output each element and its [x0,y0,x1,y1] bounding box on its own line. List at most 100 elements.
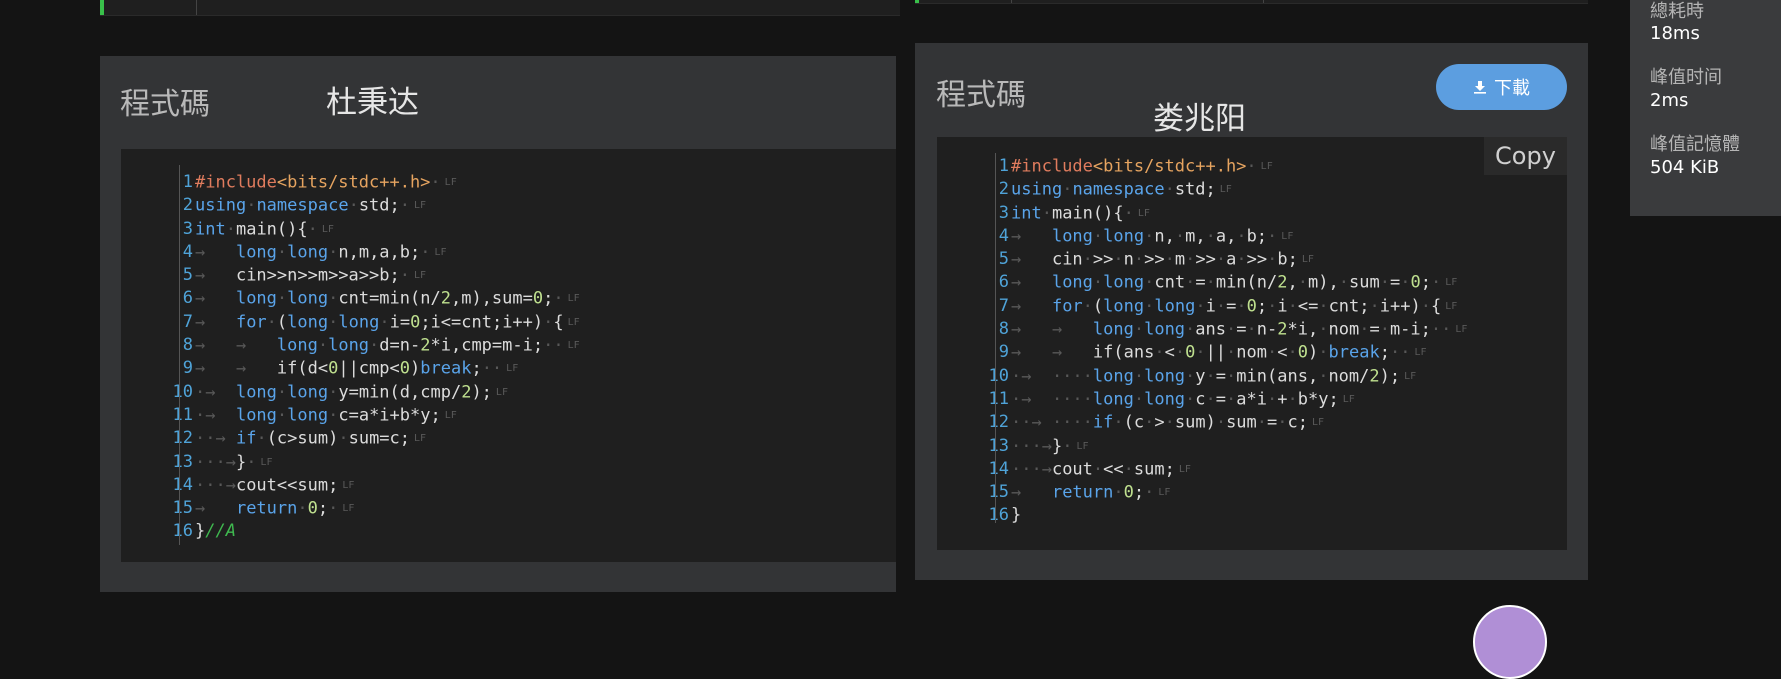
line-numbers: 1 2 3 4 5 6 7 8 9 10 11 12 13 14 15 16 [937,155,1009,528]
line-number: 1 [182,172,193,192]
code-line: } [1011,505,1022,526]
code-line: ··→ ····if·(c·>·sum)·sum·=·c; LF [1011,412,1325,433]
code-line: → cin·>>·n·>>·m·>>·a·>>·b; LF [1011,249,1314,270]
code-line: → for·(long·long·i·=·0;·i·<=·cnt;·i++)·{… [1011,296,1458,317]
stat-value: 18ms [1650,23,1700,44]
strip-divider [196,0,197,15]
line-number: 7 [998,295,1009,316]
line-number: 1 [998,156,1009,176]
code-line: int·main(){· LF [1011,203,1150,224]
line-feed-marker: LF [342,503,355,515]
line-feed-marker: LF [414,200,427,212]
line-number: 6 [182,288,193,309]
stat-label: 總耗時 [1650,1,1704,22]
line-feed-marker: LF [1178,463,1191,475]
line-feed-marker: LF [444,177,457,188]
code-line: #include<bits/stdc++.h>· LF [1011,156,1273,177]
line-number: 13 [988,435,1009,456]
code-line: → → long·long·d=n-2*i,cmp=m-i;·· LF [195,335,580,356]
code-line: #include<bits/stdc++.h>· LF [195,172,457,193]
code-line: ···→cout<<sum; LF [195,475,355,496]
panel-title: 程式碼 [120,87,210,122]
line-feed-marker: LF [1219,184,1232,196]
line-number: 14 [172,474,193,495]
code-line: → → long·long·ans·=·n-2*i,·nom·=·m-i;·· L… [1011,319,1468,340]
code-line: ···→}· LF [195,452,273,473]
code-line: ·→ ····long·long·y·=·min(ans,·nom/2); LF [1011,366,1417,387]
code-line: using·namespace·std; LF [1011,179,1232,200]
line-number: 10 [988,365,1009,386]
download-button[interactable]: 下載 [1436,64,1567,110]
author-name: 娄兆阳 [1153,101,1246,137]
line-number: 5 [182,265,193,286]
line-feed-marker: LF [1455,324,1468,336]
line-feed-marker: LF [444,409,457,421]
line-feed-marker: LF [1076,440,1089,452]
line-number: 6 [998,272,1009,293]
code-line: ·→ long·long·c=a*i+b*y; LF [195,405,457,426]
line-number: 2 [998,179,1009,200]
line-numbers: 1 2 3 4 5 6 7 8 9 10 11 12 13 14 15 16 [121,171,193,544]
line-feed-marker: LF [1404,370,1417,382]
line-number: 12 [988,412,1009,433]
line-feed-marker: LF [1301,254,1314,266]
code-block[interactable]: 1 2 3 4 5 6 7 8 9 10 11 12 13 14 15 16 #include<bits/st… [121,149,896,562]
line-feed-marker: LF [413,270,427,282]
line-number: 12 [172,428,193,449]
line-feed-marker: LF [1260,161,1273,172]
line-number: 7 [182,311,193,332]
line-number: 9 [182,358,193,379]
code-line: int·main(){· LF [195,219,334,240]
avatar[interactable] [1473,605,1547,679]
line-number: 11 [988,388,1009,409]
left-code-panel: 程式碼 杜秉达 1 2 3 4 5 6 7 8 9 10 11 12 13 14 15 16 #include… [100,56,896,592]
line-number: 4 [182,241,193,262]
line-feed-marker: LF [495,386,508,398]
line-number: 3 [998,202,1009,223]
panel-title: 程式碼 [936,78,1026,113]
line-feed-marker: LF [1281,230,1294,242]
line-number: 8 [182,335,193,356]
code-line: using·namespace·std;· LF [195,195,427,216]
code-block[interactable]: 1 2 3 4 5 6 7 8 9 10 11 12 13 14 15 16 #include<bits/st… [937,137,1567,550]
line-feed-marker: LF [434,246,447,258]
code-line: → long·long·cnt=min(n/2,m),sum=0;· LF [195,289,580,310]
strip-divider [1011,0,1012,3]
line-feed-marker: LF [1158,487,1171,499]
line-number: 3 [182,218,193,239]
line-number: 4 [998,225,1009,246]
code-line: → for·(long·long·i=0;i<=cnt;i++)·{LF [195,312,580,333]
author-name: 杜秉达 [326,85,419,121]
line-number: 2 [182,195,193,216]
line-feed-marker: LF [1414,347,1427,359]
strip-divider [1263,0,1264,3]
line-number: 16 [988,505,1009,526]
line-number: 15 [988,482,1009,503]
code-line: ··→ if·(c>sum)·sum=c; LF [195,428,427,449]
line-number: 11 [172,404,193,425]
line-number: 14 [988,458,1009,479]
gutter-divider [179,165,180,545]
line-number: 15 [172,498,193,519]
line-feed-marker: LF [260,456,273,468]
line-feed-marker: LF [506,363,519,375]
stat-value: 2ms [1650,90,1689,111]
code-lines: #include<bits/stdc++.h>· LF using·namespac… [195,171,580,544]
right-top-strip [915,0,1588,4]
line-feed-marker: LF [1312,417,1325,429]
download-label: 下載 [1494,78,1530,99]
right-code-panel: 程式碼 娄兆阳 1 2 3 4 5 6 7 8 9 10 11 12 13 14 15 16 #include… [915,43,1588,580]
accent-bar [100,0,104,15]
code-line: → return·0;· LF [195,498,355,519]
line-number: 16 [172,521,193,542]
line-feed-marker: LF [1137,207,1150,219]
line-feed-marker: LF [342,479,355,491]
line-feed-marker: LF [1445,277,1458,289]
gutter-divider [995,153,996,523]
code-line: ···→cout·<<·sum; LF [1011,459,1191,480]
copy-button[interactable]: Copy [1484,137,1567,175]
line-feed-marker: LF [1342,393,1355,405]
line-number: 9 [998,342,1009,363]
line-feed-marker: LF [414,433,427,445]
code-line: ·→ ····long·long·c·=·a*i·+·b*y; LF [1011,389,1355,410]
